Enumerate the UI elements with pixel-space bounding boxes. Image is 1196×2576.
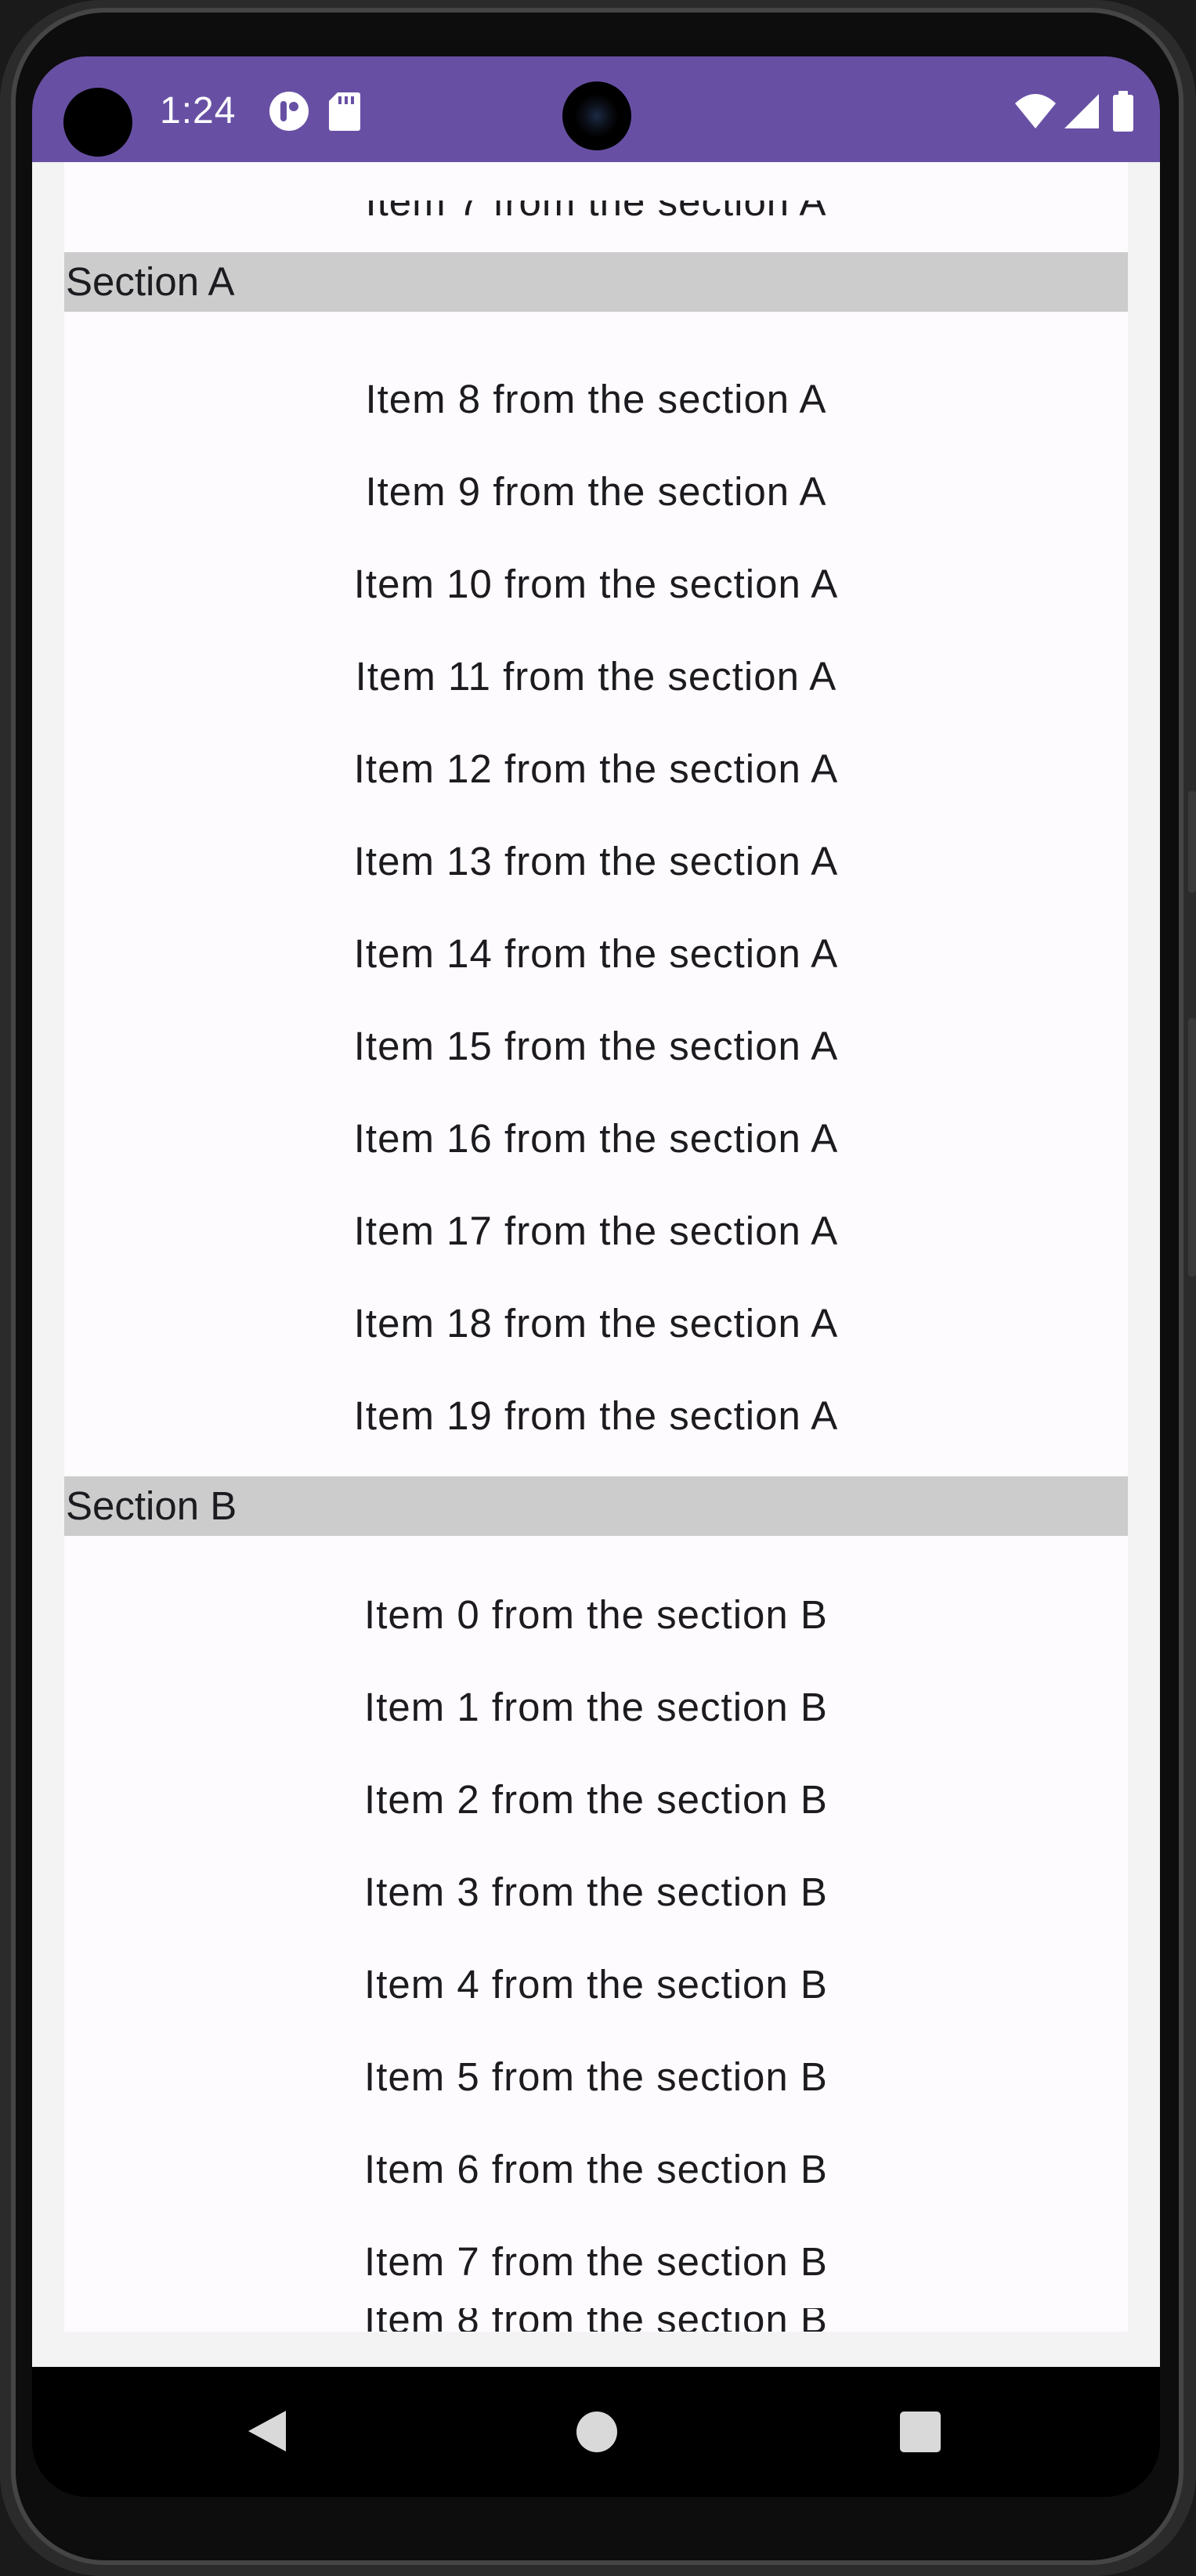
list-item[interactable]: Item 5 from the section B — [64, 2031, 1128, 2123]
section-header-a: Section A — [64, 252, 1128, 312]
notification-app-icon — [267, 89, 311, 133]
list-item[interactable]: Item 16 from the section A — [64, 1093, 1128, 1185]
sd-card-icon — [328, 89, 361, 133]
phone-frame: 1:24 Item 7 from the section A Section A… — [0, 0, 1196, 2576]
list-item-label: Item 8 from the section B — [364, 2308, 828, 2332]
list-item[interactable]: Item 19 from the section A — [64, 1370, 1128, 1462]
navigation-bar — [32, 2367, 1160, 2497]
list-item[interactable]: Item 8 from the section A — [64, 353, 1128, 446]
list-item[interactable]: Item 11 from the section A — [64, 630, 1128, 723]
back-icon[interactable] — [244, 2408, 291, 2455]
device-screen: 1:24 Item 7 from the section A Section A… — [32, 56, 1160, 2497]
list-item[interactable]: Item 17 from the section A — [64, 1185, 1128, 1277]
list-item[interactable]: Item 10 from the section A — [64, 538, 1128, 630]
cellular-signal-icon — [1061, 89, 1100, 133]
front-camera — [562, 81, 631, 150]
list-item[interactable]: Item 6 from the section B — [64, 2123, 1128, 2216]
list-item[interactable]: Item 18 from the section A — [64, 1277, 1128, 1370]
status-time: 1:24 — [160, 90, 237, 132]
volume-button — [1188, 791, 1196, 893]
list-item[interactable]: Item 3 from the section B — [64, 1846, 1128, 1938]
list-item[interactable]: Item 0 from the section B — [64, 1569, 1128, 1661]
list-item[interactable]: Item 1 from the section B — [64, 1661, 1128, 1754]
camera-cutout-left — [63, 88, 132, 157]
list-item[interactable]: Item 7 from the section B — [64, 2216, 1128, 2308]
wifi-icon — [1014, 89, 1057, 133]
power-button — [1188, 1018, 1196, 1277]
list-item[interactable]: Item 4 from the section B — [64, 1938, 1128, 2031]
list-item[interactable]: Item 15 from the section A — [64, 1000, 1128, 1093]
section-header-b: Section B — [64, 1476, 1128, 1536]
recents-icon[interactable] — [900, 2412, 941, 2452]
list-item[interactable]: Item 12 from the section A — [64, 723, 1128, 815]
list-item[interactable]: Item 8 from the section B — [64, 2308, 1128, 2332]
content-area: Item 7 from the section A Section A Item… — [32, 162, 1160, 2367]
list-item[interactable]: Item 2 from the section B — [64, 1754, 1128, 1846]
list-item-label: Item 7 from the section A — [365, 201, 827, 224]
home-icon[interactable] — [576, 2412, 617, 2452]
battery-icon — [1111, 89, 1135, 133]
list-item[interactable]: Item 14 from the section A — [64, 908, 1128, 1000]
list-item[interactable]: Item 9 from the section A — [64, 446, 1128, 538]
status-bar: 1:24 — [32, 56, 1160, 162]
list-item[interactable]: Item 13 from the section A — [64, 815, 1128, 908]
